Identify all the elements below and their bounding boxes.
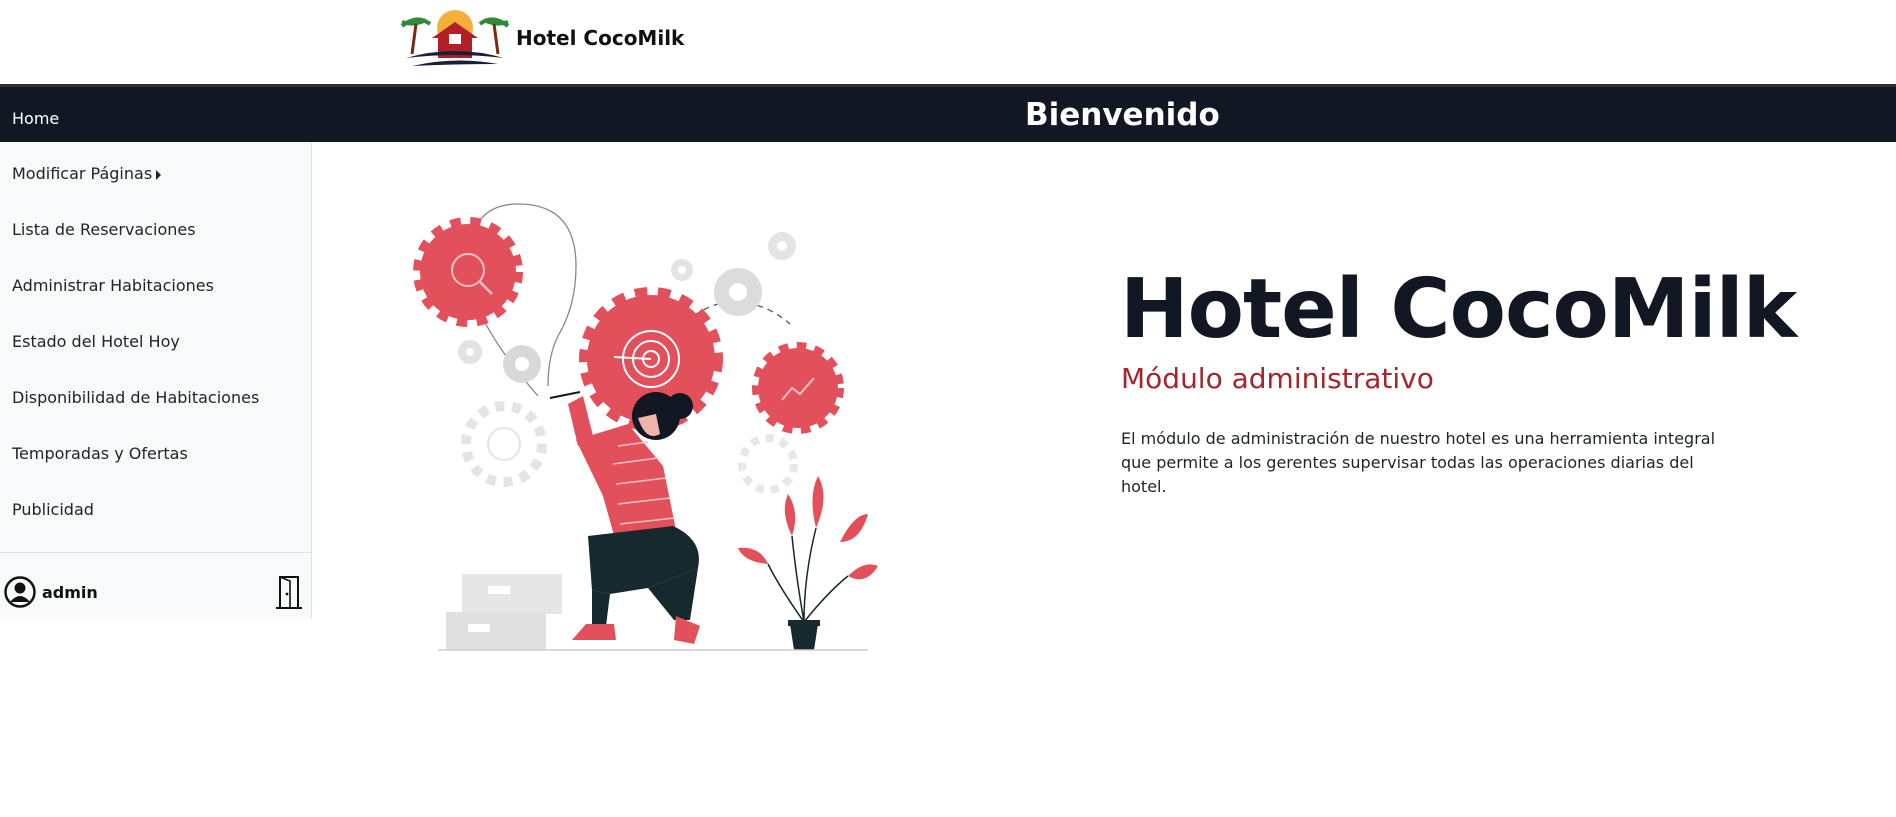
sidebar-item-label: Modificar Páginas [12,164,153,183]
hero-description: El módulo de administración de nuestro h… [1121,429,1716,496]
user-circle-icon [4,576,36,608]
gear-icon [752,342,844,434]
user-name: admin [42,582,98,602]
nav-home-link[interactable]: Home [12,109,59,128]
hero-subtitle: Módulo administrativo [1121,362,1434,395]
sidebar-item-disponibilidad[interactable]: Disponibilidad de Habitaciones [12,388,259,407]
caret-right-icon [156,169,162,180]
hotel-logo[interactable] [392,6,518,74]
top-nav-bar: Home Bienvenido [0,84,1896,142]
sidebar-item-modificar-paginas[interactable]: Modificar Páginas [12,164,162,183]
sidebar-divider [0,552,312,553]
hero-title: Hotel CocoMilk [1120,262,1797,357]
brand-name[interactable]: Hotel CocoMilk [516,26,684,50]
sidebar-item-administrar-habitaciones[interactable]: Administrar Habitaciones [12,276,214,295]
sidebar-item-temporadas-ofertas[interactable]: Temporadas y Ofertas [12,444,188,463]
gear-icon [413,217,523,327]
gears-illustration [413,203,878,651]
sidebar: Modificar Páginas Lista de Reservaciones… [0,142,312,619]
door-icon[interactable] [274,574,304,610]
user-profile[interactable]: admin [4,574,98,610]
sidebar-item-lista-reservaciones[interactable]: Lista de Reservaciones [12,220,196,239]
sidebar-item-publicidad[interactable]: Publicidad [12,500,94,519]
page-title: Bienvenido [1025,97,1220,133]
site-header: Hotel CocoMilk [0,0,1896,84]
sidebar-item-estado-hotel[interactable]: Estado del Hotel Hoy [12,332,180,351]
